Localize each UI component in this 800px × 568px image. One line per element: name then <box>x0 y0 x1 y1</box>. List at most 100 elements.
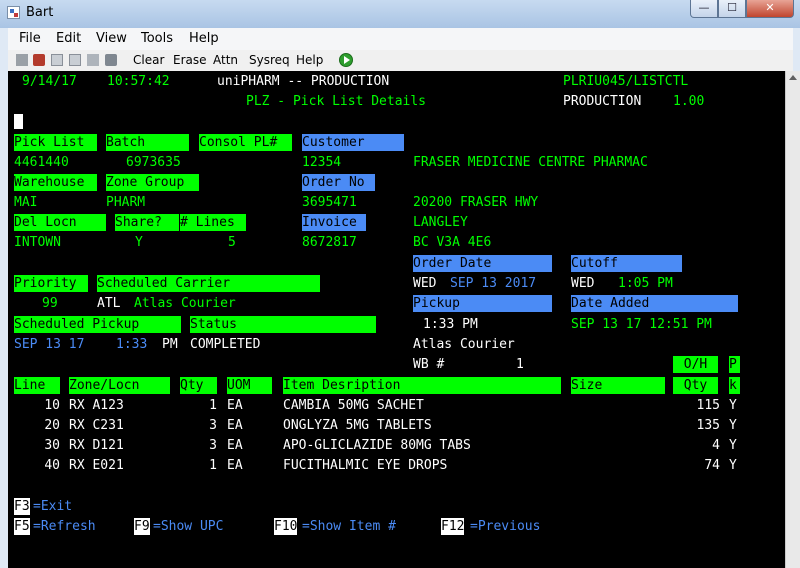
scheduled-pickup-date[interactable]: SEP 13 17 <box>14 336 84 353</box>
header-time: 10:57:42 <box>107 74 170 89</box>
row-oh-qty: 115 <box>696 398 720 413</box>
del-locn-value[interactable]: INTOWN <box>14 234 61 251</box>
label-scheduled-carrier: Scheduled Carrier <box>97 275 320 292</box>
order-day: WED <box>413 276 437 291</box>
screen-title: PLZ - Pick List Details <box>246 94 427 109</box>
row-qty: 3 <box>209 438 217 453</box>
print-icon[interactable] <box>16 54 28 66</box>
attn-button[interactable]: Attn <box>213 53 238 67</box>
row-line: 40 <box>44 458 60 473</box>
play-icon[interactable] <box>339 53 353 67</box>
menu-file[interactable]: File <box>19 31 41 46</box>
zone-group-value[interactable]: PHARM <box>106 194 145 211</box>
row-pk: Y <box>729 418 737 433</box>
label-zone-group: Zone Group <box>106 174 199 191</box>
row-uom: EA <box>227 398 243 413</box>
label-consol: Consol PL# <box>199 134 292 151</box>
row-line: 30 <box>44 438 60 453</box>
save-icon[interactable] <box>87 54 99 66</box>
fkey-f5-key[interactable]: F5 <box>14 518 30 535</box>
row-uom: EA <box>227 418 243 433</box>
header-oh-qty: Qty <box>673 377 718 394</box>
paste-icon[interactable] <box>69 54 81 66</box>
province-postal: BC V3A 4E6 <box>413 235 492 250</box>
terminal-screen[interactable]: 9/14/17 10:57:42 uniPHARM -- PRODUCTION … <box>8 71 785 568</box>
scroll-up-icon[interactable] <box>789 75 797 80</box>
header-date: 9/14/17 <box>22 74 77 89</box>
fkey-f12-label[interactable]: =Previous <box>470 518 540 535</box>
fkey-f12-key[interactable]: F12 <box>441 518 465 535</box>
label-customer: Customer <box>302 134 404 151</box>
row-line: 10 <box>44 398 60 413</box>
row-item: ONGLYZA 5MG TABLETS <box>283 418 432 433</box>
row-oh-qty: 4 <box>712 438 720 453</box>
label-lines: # Lines <box>180 214 246 231</box>
fkey-f3-label[interactable]: =Exit <box>33 498 72 515</box>
close-button[interactable]: ✕ <box>746 0 794 18</box>
carrier-code[interactable]: ATL <box>97 295 120 312</box>
header-pk-top: P <box>729 356 740 373</box>
row-uom: EA <box>227 438 243 453</box>
header-line: Line <box>14 377 60 394</box>
minimize-button[interactable]: — <box>690 0 718 18</box>
menu-edit[interactable]: Edit <box>56 31 81 46</box>
row-pk: Y <box>729 398 737 413</box>
help-button[interactable]: Help <box>296 53 323 67</box>
share-value[interactable]: Y <box>135 234 143 251</box>
row-zone: RX C231 <box>69 418 124 433</box>
label-pickup: Pickup <box>413 295 552 312</box>
label-wb: WB # <box>413 357 445 372</box>
order-date-value: SEP 13 2017 <box>450 276 537 291</box>
invoice-value[interactable]: 8672817 <box>302 234 357 251</box>
row-qty: 3 <box>209 418 217 433</box>
title-bar: Bart — ☐ ✕ <box>0 0 800 28</box>
fkey-f3-key[interactable]: F3 <box>14 498 30 515</box>
version: 1.00 <box>673 94 705 109</box>
date-added-value: SEP 13 17 12:51 PM <box>571 317 712 332</box>
vertical-scrollbar[interactable] <box>785 71 800 568</box>
program-id: PLRIU045/LISTCTL <box>563 74 689 89</box>
wb-value: 1 <box>516 357 524 372</box>
macro-icon[interactable] <box>105 54 117 66</box>
menu-tools[interactable]: Tools <box>141 31 173 46</box>
maximize-button[interactable]: ☐ <box>718 0 746 18</box>
cutoff-time: 1:05 PM <box>618 276 673 291</box>
row-item: CAMBIA 50MG SACHET <box>283 398 424 413</box>
fkey-f5-label[interactable]: =Refresh <box>33 518 96 535</box>
environment: PRODUCTION <box>563 94 642 109</box>
pick-list-value[interactable]: 4461440 <box>14 154 69 171</box>
header-oh-top: O/H <box>673 356 718 373</box>
fkey-f10-key[interactable]: F10 <box>274 518 298 535</box>
priority-value[interactable]: 99 <box>42 295 58 312</box>
header-item-description: Item Desription <box>283 377 561 394</box>
fkey-f9-label[interactable]: =Show UPC <box>153 518 223 535</box>
fkey-f10-label[interactable]: =Show Item # <box>302 518 396 535</box>
cutoff-day: WED <box>571 276 595 291</box>
clear-button[interactable]: Clear <box>133 53 164 67</box>
menu-view[interactable]: View <box>96 31 127 46</box>
scheduled-pickup-time[interactable]: 1:33 <box>116 336 147 353</box>
cut-icon[interactable] <box>33 54 45 66</box>
sysreq-button[interactable]: Sysreq <box>249 53 290 67</box>
row-zone: RX A123 <box>69 398 124 413</box>
toolbar: Clear Erase Attn Sysreq Help <box>8 50 793 72</box>
order-no-value[interactable]: 3695471 <box>302 194 357 211</box>
menu-bar: File Edit View Tools Help <box>8 28 793 50</box>
lines-value[interactable]: 5 <box>228 234 236 251</box>
label-status: Status <box>190 316 376 333</box>
fkey-f9-key[interactable]: F9 <box>134 518 150 535</box>
customer-number[interactable]: 12354 <box>302 154 341 171</box>
row-qty: 1 <box>209 458 217 473</box>
city: LANGLEY <box>413 215 468 230</box>
warehouse-value[interactable]: MAI <box>14 194 37 211</box>
label-scheduled-pickup: Scheduled Pickup <box>14 316 181 333</box>
status-value: COMPLETED <box>190 337 261 352</box>
erase-button[interactable]: Erase <box>173 53 207 67</box>
menu-help[interactable]: Help <box>189 31 219 46</box>
row-zone: RX D121 <box>69 438 124 453</box>
app-icon <box>7 6 20 19</box>
copy-icon[interactable] <box>51 54 63 66</box>
label-cutoff: Cutoff <box>571 255 682 272</box>
batch-value[interactable]: 6973635 <box>126 154 181 171</box>
header-pk-bottom: k <box>729 377 740 394</box>
